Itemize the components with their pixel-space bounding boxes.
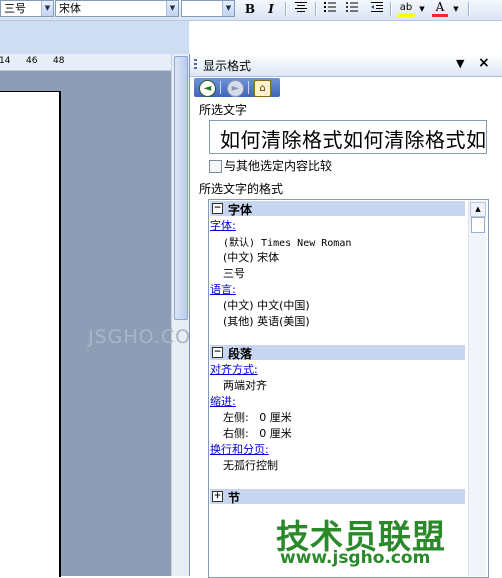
chevron-down-icon[interactable]: ▼ bbox=[418, 1, 426, 17]
reveal-formatting-pane: 显示格式 ▼ × ◄ ► ⌂ 所选文字 如何清除格式如何清除格式如 与其他选定内… bbox=[189, 54, 502, 578]
font-value: 宋体 bbox=[59, 2, 81, 15]
paragraph-section-title: 段落 bbox=[228, 347, 253, 361]
alignment-value: 两端对齐 bbox=[223, 379, 267, 392]
collapse-icon[interactable]: − bbox=[212, 203, 223, 214]
font-section-title: 字体 bbox=[228, 203, 253, 217]
horizontal-ruler: 14 46 48 bbox=[0, 54, 189, 71]
align-center-icon bbox=[295, 2, 307, 12]
font-default-value: (默认) Times New Roman bbox=[223, 238, 352, 249]
grip-icon[interactable] bbox=[194, 59, 197, 71]
chevron-down-icon[interactable]: ▼ bbox=[222, 1, 234, 16]
font-section-header[interactable]: − 字体 bbox=[210, 201, 465, 217]
indent-right-value: 右侧: 0 厘米 bbox=[223, 427, 292, 440]
section-section-header[interactable]: + 节 bbox=[210, 489, 465, 505]
line-page-break-value: 无孤行控制 bbox=[223, 459, 278, 472]
scrollbar-thumb[interactable] bbox=[471, 217, 485, 233]
document-scrollbar[interactable] bbox=[171, 54, 189, 576]
chevron-down-icon[interactable]: ▼ bbox=[452, 1, 460, 17]
highlight-icon: ab bbox=[399, 2, 413, 13]
italic-button[interactable]: I bbox=[262, 1, 280, 17]
format-label: 所选文字的格式 bbox=[199, 182, 284, 196]
font-size-combo[interactable]: ▼ bbox=[181, 0, 235, 17]
brand-url: www.jsgho.com bbox=[280, 548, 431, 568]
pane-nav-bar: ◄ ► ⌂ bbox=[194, 78, 280, 97]
ruler-tick-label: 48 bbox=[53, 56, 65, 66]
font-color-bar bbox=[432, 14, 448, 17]
document-page[interactable] bbox=[0, 91, 61, 577]
home-icon[interactable]: ⌂ bbox=[254, 80, 271, 97]
language-other-value: (其他) 英语(美国) bbox=[223, 315, 310, 328]
decrease-indent-button[interactable] bbox=[368, 1, 386, 17]
selected-text-sample[interactable]: 如何清除格式如何清除格式如 bbox=[209, 120, 487, 154]
scrollbar-thumb[interactable] bbox=[174, 56, 188, 320]
bullet-list-button[interactable] bbox=[343, 1, 361, 17]
close-icon[interactable]: × bbox=[478, 55, 490, 71]
paragraph-section-header[interactable]: − 段落 bbox=[210, 345, 465, 361]
highlight-button[interactable]: ab bbox=[396, 1, 416, 17]
scroll-up-icon[interactable]: ▲ bbox=[470, 202, 486, 217]
language-link[interactable]: 语言: bbox=[210, 281, 236, 297]
nav-divider bbox=[248, 81, 249, 94]
ruler-tick-label: 14 bbox=[0, 56, 11, 66]
compare-checkbox-label: 与其他选定内容比较 bbox=[224, 159, 333, 173]
language-chinese-value: (中文) 中文(中国) bbox=[223, 299, 310, 312]
chevron-down-icon[interactable]: ▼ bbox=[166, 1, 178, 16]
line-page-break-link[interactable]: 换行和分页: bbox=[210, 441, 269, 457]
indent-icon bbox=[371, 2, 383, 12]
selected-text-label: 所选文字 bbox=[199, 103, 248, 117]
chevron-down-icon[interactable]: ▼ bbox=[41, 1, 53, 16]
forward-icon[interactable]: ► bbox=[227, 80, 244, 97]
nav-divider bbox=[220, 81, 221, 94]
toolbar-separator bbox=[468, 2, 470, 16]
highlight-color-bar bbox=[397, 14, 414, 17]
alignment-link[interactable]: 对齐方式: bbox=[210, 361, 258, 377]
section-section-title: 节 bbox=[228, 491, 241, 505]
toolbar-dock-area bbox=[0, 21, 189, 54]
font-chinese-value: (中文) 宋体 bbox=[223, 251, 280, 264]
pane-menu-chevron-icon[interactable]: ▼ bbox=[456, 57, 464, 70]
numbered-list-icon bbox=[324, 2, 336, 12]
ruler-tick-label: 46 bbox=[26, 56, 38, 66]
font-combo[interactable]: 宋体 ▼ bbox=[55, 0, 179, 17]
pane-title: 显示格式 bbox=[203, 59, 252, 73]
align-center-button[interactable] bbox=[292, 1, 310, 17]
sample-text: 如何清除格式如何清除格式如 bbox=[220, 128, 487, 152]
bullet-list-icon bbox=[346, 2, 358, 12]
collapse-icon[interactable]: − bbox=[212, 347, 223, 358]
indent-left-value: 左侧: 0 厘米 bbox=[223, 411, 292, 424]
back-icon[interactable]: ◄ bbox=[199, 80, 216, 97]
bold-button[interactable]: B bbox=[241, 1, 259, 17]
toolbar-separator bbox=[315, 2, 317, 16]
compare-checkbox[interactable] bbox=[209, 160, 222, 173]
numbered-list-button[interactable] bbox=[321, 1, 339, 17]
toolbar-separator bbox=[390, 2, 392, 16]
style-value: 三号 bbox=[4, 2, 26, 15]
pane-header: 显示格式 ▼ × bbox=[190, 54, 502, 77]
font-link[interactable]: 字体: bbox=[210, 217, 236, 233]
formatting-toolbar: 三号 ▼ 宋体 ▼ ▼ B I ab ▼ A ▼ bbox=[0, 0, 502, 21]
indent-link[interactable]: 缩进: bbox=[210, 393, 236, 409]
toolbar-separator bbox=[285, 2, 287, 16]
formatting-scrollbar[interactable]: ▲ bbox=[468, 201, 486, 576]
font-color-icon: A bbox=[435, 0, 445, 14]
font-color-button[interactable]: A bbox=[431, 0, 449, 17]
style-combo[interactable]: 三号 ▼ bbox=[0, 0, 54, 17]
expand-icon[interactable]: + bbox=[212, 491, 223, 502]
font-size-value: 三号 bbox=[223, 267, 245, 280]
